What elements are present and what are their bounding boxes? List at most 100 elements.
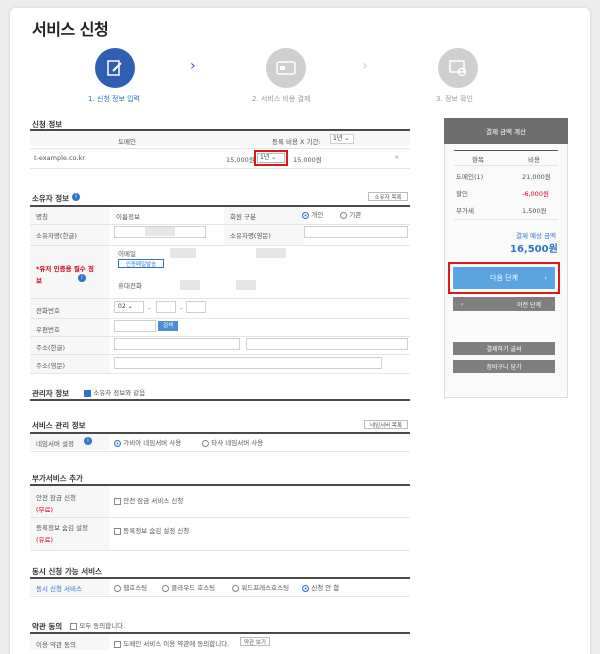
column-header-domain: 도메인	[118, 138, 136, 146]
info-icon[interactable]: i	[84, 437, 92, 445]
radio-label: 클라우드 호스팅	[171, 584, 216, 592]
column-header-cost: 등록 비용 X 기간:	[272, 138, 321, 146]
radio-label: 워드프레스호스팅	[241, 584, 290, 592]
section-title-service-mgmt: 서비스 관리 정보	[32, 421, 86, 430]
safe-lock-tag: (무료)	[36, 506, 54, 514]
tel-last-input[interactable]	[186, 301, 206, 313]
row-total-value: 15,000원	[293, 156, 322, 164]
row-period-select[interactable]: 1년 ⌄	[254, 150, 288, 166]
owner-list-button[interactable]: 소유자 목록	[368, 192, 408, 201]
next-step-button[interactable]: 다음 단계 ›	[453, 267, 555, 289]
auth-required-label: *유저 인증용 필수 정보	[36, 265, 95, 285]
sidebar-button-b[interactable]: 장바구니 담기	[453, 360, 555, 373]
checkbox-icon	[84, 389, 91, 397]
owner-name-kr-input[interactable]	[114, 226, 206, 238]
checkbox-label: 안전 잠금 서비스 신청	[123, 497, 184, 505]
step-1-label: 1. 신청 정보 입력	[88, 95, 140, 103]
step-2-label: 2. 서비스 비용 결제	[252, 95, 311, 103]
same-as-owner-checkbox[interactable]: 소유자 정보와 같음	[84, 387, 145, 397]
checkbox-label: 등록정보 숨김 설정 신청	[123, 527, 190, 535]
sidebar-row-value: 1,500원	[522, 207, 547, 215]
zip-input[interactable]	[114, 320, 156, 332]
view-terms-button[interactable]: 약관 보기	[240, 637, 270, 646]
section-title-owner: 소유자 정보	[32, 194, 70, 203]
privacy-checkbox[interactable]: 등록정보 숨김 설정 신청	[114, 525, 189, 535]
section-title-addon: 부가서비스 추가	[32, 474, 83, 483]
type-value: 이름정보	[116, 213, 140, 221]
close-icon[interactable]: ×	[394, 153, 399, 161]
radio-label: 웹호스팅	[123, 584, 148, 592]
type-label: 명칭	[36, 213, 48, 221]
dash: -	[180, 304, 183, 312]
divider	[454, 219, 558, 220]
ns-radio-gabia[interactable]: 가비아 네임서버 사용	[114, 437, 181, 447]
sidebar-col-cost: 비용	[528, 156, 540, 164]
radio-icon	[114, 584, 121, 592]
step-1-icon	[95, 48, 135, 88]
next-step-label: 다음 단계	[490, 274, 518, 282]
period-select[interactable]: 1년 ⌄	[330, 134, 354, 144]
member-radio-org[interactable]: 기관	[340, 209, 361, 219]
addr-en-input[interactable]	[114, 357, 382, 369]
sidebar-row-value: 21,000원	[522, 173, 551, 181]
privacy-tag: (유료)	[36, 536, 54, 544]
info-icon[interactable]: i	[78, 274, 86, 282]
radio-icon	[340, 211, 347, 219]
radio-icon	[202, 439, 209, 447]
divider	[30, 168, 410, 169]
concurrent-radio-wp[interactable]: 워드프레스호스팅	[232, 582, 289, 592]
divider	[30, 298, 410, 299]
sidebar-row-name: 할인	[456, 190, 468, 198]
nameserver-list-button[interactable]: 네임서버 목록	[364, 420, 408, 429]
owner-name-en-input[interactable]	[304, 226, 408, 238]
addr-kr-input[interactable]	[114, 338, 240, 350]
divider	[30, 399, 410, 401]
divider	[30, 373, 410, 374]
divider	[30, 517, 410, 518]
ns-radio-other[interactable]: 타사 네임서버 사용	[202, 437, 263, 447]
zip-search-button[interactable]: 검색	[158, 321, 178, 331]
sidebar-row-name: 도메인(1)	[456, 173, 484, 181]
tel-prefix-value: 02	[118, 303, 126, 310]
safe-lock-label: 안전 잠금 신청	[36, 494, 77, 502]
checkbox-icon	[114, 497, 121, 505]
concurrent-radio-web[interactable]: 웹호스팅	[114, 582, 147, 592]
row-period-value: 1년	[260, 154, 270, 161]
prev-step-label: 이전 단계	[517, 301, 541, 309]
divider	[30, 318, 410, 319]
divider	[30, 550, 410, 551]
concurrent-radio-cloud[interactable]: 클라우드 호스팅	[162, 582, 215, 592]
total-label: 결제 예상 금액	[516, 232, 557, 240]
safe-lock-checkbox[interactable]: 안전 잠금 서비스 신청	[114, 495, 183, 505]
tel-mid-input[interactable]	[156, 301, 176, 313]
divider	[30, 245, 410, 246]
prev-step-button[interactable]: ‹ 이전 단계	[453, 297, 555, 311]
owner-name-en-label: 소유자명(영문)	[230, 232, 271, 240]
section-title-terms: 약관 동의	[32, 622, 63, 631]
terms-checkbox[interactable]: 도메인 서비스 이용 약관에 동의합니다.	[114, 638, 229, 648]
section-title-concurrent: 동시 신청 가능 서비스	[32, 567, 102, 576]
info-icon[interactable]: i	[72, 193, 80, 201]
member-type-label: 회원 구분	[230, 213, 256, 221]
sidebar-button-a[interactable]: 결제하기 글씨	[453, 342, 555, 355]
radio-icon	[162, 584, 169, 592]
checkbox-icon	[114, 527, 121, 535]
domain-value: t-example.co.kr	[34, 154, 85, 162]
sidebar-header: 결제 금액 계산	[444, 118, 568, 144]
sidebar-row-value: -6,000원	[522, 190, 549, 198]
member-radio-personal[interactable]: 개인	[302, 209, 323, 219]
email-value	[170, 248, 196, 258]
tel-label: 전화번호	[36, 307, 60, 315]
divider	[454, 165, 558, 166]
addr-kr-detail-input[interactable]	[246, 338, 408, 350]
checkbox-label: 소유자 정보와 같음	[93, 389, 146, 397]
send-verification-button[interactable]: 인증메일발송	[118, 259, 164, 268]
tel-prefix-select[interactable]: 02 ⌄	[114, 301, 144, 313]
agree-all-checkbox[interactable]: 모두 동의합니다.	[70, 620, 125, 630]
email-label: 이메일	[118, 250, 136, 258]
page-card: 서비스 신청 1. 신청 정보 입력 › 2. 서비스 비용 결제 › 3. 정…	[10, 8, 590, 654]
divider	[30, 596, 410, 597]
concurrent-radio-none[interactable]: 신청 안 함	[302, 582, 339, 592]
radio-label: 가비아 네임서버 사용	[123, 439, 182, 447]
radio-icon	[302, 211, 309, 219]
